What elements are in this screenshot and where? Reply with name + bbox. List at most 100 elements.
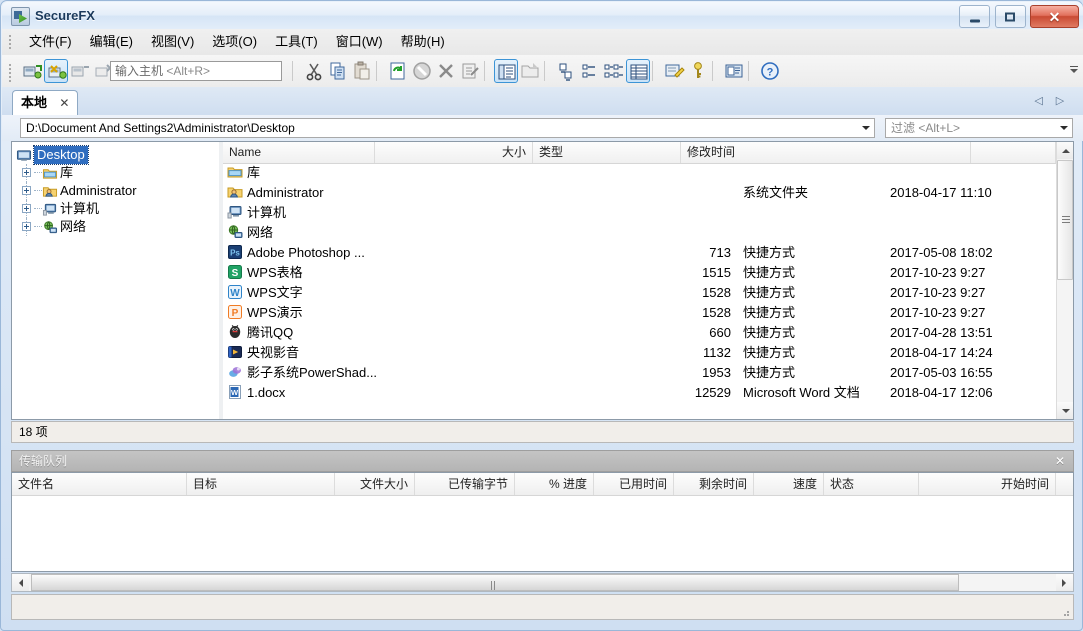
host-input[interactable]: 输入主机 <Alt+R> bbox=[110, 61, 282, 81]
file-type-cell: 快捷方式 bbox=[743, 263, 795, 283]
key-icon[interactable] bbox=[686, 59, 710, 83]
table-row[interactable]: W1.docx12529Microsoft Word 文档2018-04-17 … bbox=[223, 383, 1073, 403]
menu-view[interactable]: 视图(V) bbox=[142, 29, 203, 55]
hscroll-thumb[interactable] bbox=[31, 574, 959, 591]
file-list-pane[interactable]: Name大小类型修改时间 库Administrator系统文件夹2018-04-… bbox=[223, 142, 1073, 419]
tree-node-1[interactable]: 库 bbox=[12, 164, 219, 182]
paste-icon[interactable] bbox=[350, 59, 374, 83]
scroll-thumb[interactable] bbox=[1057, 160, 1073, 280]
qcolumn-transferred[interactable]: 已传输字节 bbox=[415, 473, 515, 495]
qcolumn-filesize[interactable]: 文件大小 bbox=[335, 473, 415, 495]
file-modified-cell: 2018-04-17 11:10 bbox=[890, 183, 992, 203]
qcolumn-filename[interactable]: 文件名 bbox=[12, 473, 187, 495]
menu-edit[interactable]: 编辑(E) bbox=[81, 29, 142, 55]
tab-prev-button[interactable]: ◁ bbox=[1030, 91, 1048, 111]
expand-icon[interactable] bbox=[22, 204, 31, 213]
tab-close-icon[interactable]: ✕ bbox=[59, 91, 69, 115]
file-size-cell: 660 bbox=[553, 323, 731, 343]
table-row[interactable]: 库 bbox=[223, 163, 1073, 183]
column-name[interactable]: Name bbox=[223, 142, 375, 163]
file-modified-cell: 2017-10-23 9:27 bbox=[890, 283, 985, 303]
filter-combobox[interactable]: 过滤 <Alt+L> bbox=[885, 118, 1073, 138]
horizontal-scrollbar[interactable] bbox=[11, 573, 1074, 592]
column-modified[interactable]: 修改时间 bbox=[681, 142, 971, 163]
qcolumn-starttime[interactable]: 开始时间 bbox=[919, 473, 1056, 495]
view-smallicons-icon[interactable] bbox=[578, 59, 602, 83]
qcolumn-elapsed[interactable]: 已用时间 bbox=[594, 473, 674, 495]
view-report-icon[interactable] bbox=[626, 59, 650, 83]
cut-icon[interactable] bbox=[302, 59, 326, 83]
help-icon[interactable]: ? bbox=[758, 59, 782, 83]
global-options-icon[interactable] bbox=[722, 59, 746, 83]
connect-icon[interactable] bbox=[20, 59, 44, 83]
close-button[interactable]: ✕ bbox=[1030, 5, 1079, 28]
toolbar-grip[interactable] bbox=[9, 64, 12, 79]
table-row[interactable]: 腾讯QQ660快捷方式2017-04-28 13:51 bbox=[223, 323, 1073, 343]
qcolumn-progress[interactable]: % 进度 bbox=[515, 473, 594, 495]
tab-next-button[interactable]: ▷ bbox=[1051, 91, 1069, 111]
menu-file[interactable]: 文件(F) bbox=[20, 29, 81, 55]
refresh-icon[interactable] bbox=[386, 59, 410, 83]
file-name-label: 影子系统PowerShad... bbox=[247, 365, 377, 380]
column-type[interactable]: 类型 bbox=[533, 142, 681, 163]
open-folder-icon[interactable] bbox=[518, 59, 542, 83]
svg-text:W: W bbox=[230, 288, 240, 299]
delete-icon[interactable] bbox=[434, 59, 458, 83]
table-row[interactable]: SWPS表格1515快捷方式2017-10-23 9:27 bbox=[223, 263, 1073, 283]
minimize-button[interactable] bbox=[959, 5, 990, 28]
column-size[interactable]: 大小 bbox=[375, 142, 533, 163]
table-row[interactable]: 央视影音1132快捷方式2018-04-17 14:24 bbox=[223, 343, 1073, 363]
menu-window[interactable]: 窗口(W) bbox=[327, 29, 392, 55]
table-row[interactable]: PsAdobe Photoshop ...713快捷方式2017-05-08 1… bbox=[223, 243, 1073, 263]
folder-tree-pane[interactable]: Desktop库Administrator计算机网络 bbox=[12, 142, 219, 419]
scroll-left-button[interactable] bbox=[12, 574, 29, 591]
scroll-down-button[interactable] bbox=[1057, 402, 1073, 419]
qcolumn-speed[interactable]: 速度 bbox=[754, 473, 824, 495]
table-row[interactable]: 网络 bbox=[223, 223, 1073, 243]
toolbar-overflow-button[interactable] bbox=[1069, 63, 1079, 79]
quick-connect-icon[interactable] bbox=[44, 59, 68, 83]
chevron-down-icon[interactable] bbox=[1060, 126, 1068, 130]
scroll-up-button[interactable] bbox=[1057, 142, 1073, 159]
table-row[interactable]: 计算机 bbox=[223, 203, 1073, 223]
properties-icon[interactable] bbox=[458, 59, 482, 83]
file-list-vscrollbar[interactable] bbox=[1056, 142, 1073, 419]
powershadow-icon bbox=[227, 364, 243, 380]
expand-icon[interactable] bbox=[22, 168, 31, 177]
table-row[interactable]: Administrator系统文件夹2018-04-17 11:10 bbox=[223, 183, 1073, 203]
file-size-cell: 713 bbox=[553, 243, 731, 263]
table-row[interactable]: PWPS演示1528快捷方式2017-10-23 9:27 bbox=[223, 303, 1073, 323]
session-options-icon[interactable] bbox=[662, 59, 686, 83]
qcolumn-target[interactable]: 目标 bbox=[187, 473, 335, 495]
table-row[interactable]: WWPS文字1528快捷方式2017-10-23 9:27 bbox=[223, 283, 1073, 303]
qcolumn-status[interactable]: 状态 bbox=[824, 473, 919, 495]
transfer-queue-close-icon[interactable]: ✕ bbox=[1053, 453, 1067, 469]
view-details-icon[interactable] bbox=[602, 59, 626, 83]
maximize-button[interactable] bbox=[995, 5, 1026, 28]
view-list-icon[interactable] bbox=[554, 59, 578, 83]
tree-node-4[interactable]: 网络 bbox=[12, 218, 219, 236]
expand-icon[interactable] bbox=[22, 222, 31, 231]
toggle-tree-view-icon[interactable] bbox=[494, 59, 518, 83]
menu-grip[interactable] bbox=[9, 35, 12, 49]
scroll-right-button[interactable] bbox=[1056, 574, 1073, 591]
reconnect-icon[interactable] bbox=[68, 59, 92, 83]
menu-help[interactable]: 帮助(H) bbox=[392, 29, 454, 55]
tree-node-desktop[interactable]: Desktop bbox=[12, 146, 219, 164]
file-type-cell: 快捷方式 bbox=[743, 323, 795, 343]
expand-icon[interactable] bbox=[22, 186, 31, 195]
stop-icon[interactable] bbox=[410, 59, 434, 83]
tree-node-2[interactable]: Administrator bbox=[12, 182, 219, 200]
tree-node-3[interactable]: 计算机 bbox=[12, 200, 219, 218]
chevron-down-icon[interactable] bbox=[862, 126, 870, 130]
menu-options[interactable]: 选项(O) bbox=[203, 29, 266, 55]
table-row[interactable]: 影子系统PowerShad...1953快捷方式2017-05-03 16:55 bbox=[223, 363, 1073, 383]
resize-grip[interactable] bbox=[1060, 607, 1070, 617]
qcolumn-remaining[interactable]: 剩余时间 bbox=[674, 473, 754, 495]
tab-local[interactable]: 本地 ✕ bbox=[12, 90, 78, 115]
path-text: D:\Document And Settings2\Administrator\… bbox=[26, 119, 295, 137]
copy-icon[interactable] bbox=[326, 59, 350, 83]
path-combobox[interactable]: D:\Document And Settings2\Administrator\… bbox=[20, 118, 875, 138]
transfer-queue-panel[interactable]: 文件名目标文件大小已传输字节% 进度已用时间剩余时间速度状态开始时间 bbox=[11, 472, 1074, 572]
menu-tools[interactable]: 工具(T) bbox=[266, 29, 327, 55]
